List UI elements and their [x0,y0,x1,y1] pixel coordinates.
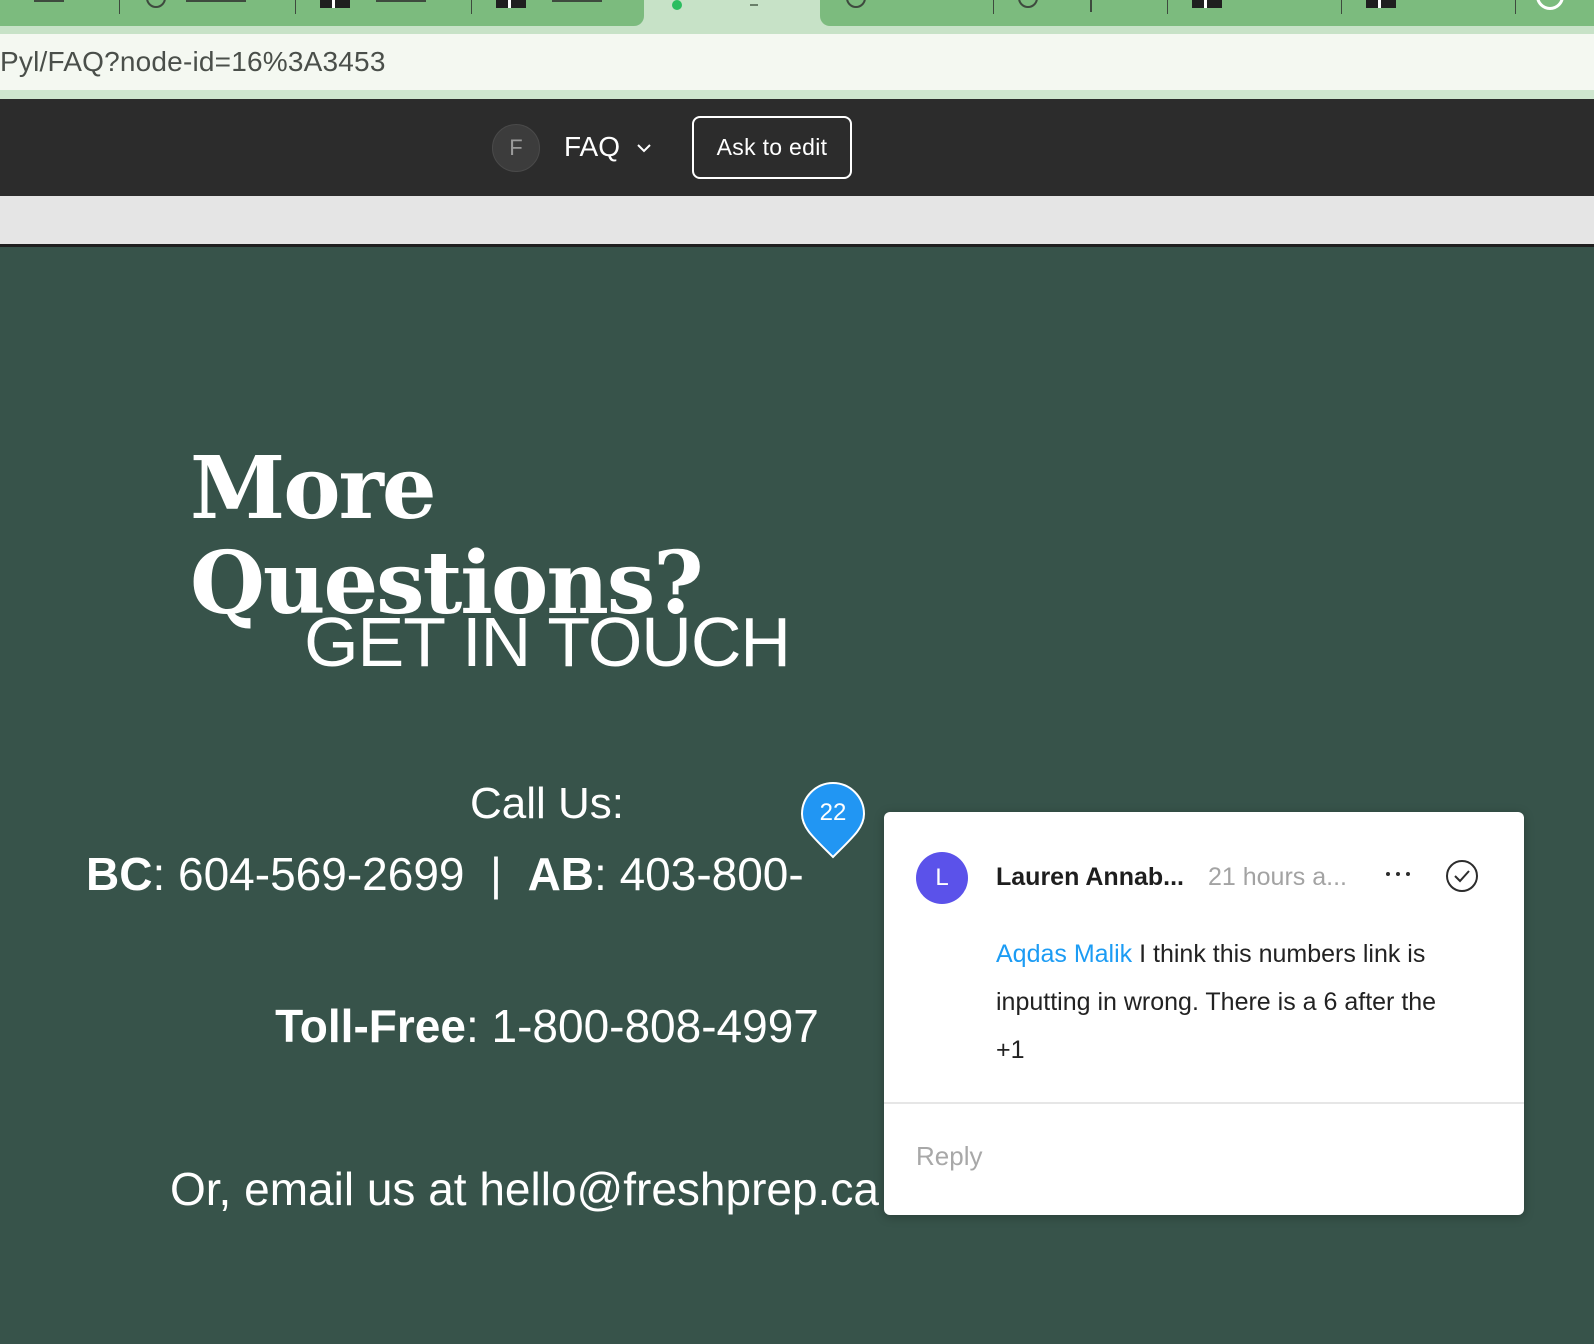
email-line: Or, email us at hello@freshprep.ca [170,1163,879,1215]
figma-viewer-window: Pyl/FAQ?node-id=16%3A3453 F FAQ Ask to e… [0,0,1594,1344]
tab-title-stub [376,0,426,2]
more-options-icon[interactable] [1382,858,1416,888]
resolve-check-icon[interactable] [1444,858,1480,894]
mention-link[interactable]: Aqdas Malik [996,940,1132,968]
divider [884,1102,1524,1104]
tab-title-stub [552,0,602,2]
active-tab-audio-indicator-icon [672,0,682,10]
tab-title-stub [34,0,64,2]
tab-group-right [820,0,1594,26]
comment-timestamp: 21 hours a... [1208,863,1347,891]
browser-tab[interactable] [296,0,472,26]
phone-numbers-line: BC: 604-569-2699 | AB: 403-800- [86,848,804,900]
tab-favicon-icon [846,0,866,8]
avatar: L [916,852,968,904]
browser-tab[interactable] [1516,0,1594,26]
browser-tab[interactable] [472,0,644,26]
phone-separator: | [490,848,502,900]
chevron-down-icon[interactable] [634,138,654,158]
tab-favicon-icon [1536,0,1564,10]
toll-free-label: Toll-Free [275,1000,466,1052]
bc-label: BC [86,848,153,900]
ab-number: 403-800- [619,848,804,900]
toll-free-number: 1-800-808-4997 [491,1000,819,1052]
tab-favicon-icon [146,0,166,8]
browser-tab[interactable] [120,0,296,26]
browser-tab[interactable] [1342,0,1516,26]
browser-tab[interactable] [820,0,994,26]
canvas-background [0,196,1594,247]
subheading: GET IN TOUCH [304,603,791,681]
url-text[interactable]: Pyl/FAQ?node-id=16%3A3453 [0,46,386,78]
file-avatar[interactable]: F [492,124,540,172]
ab-label: AB [527,848,595,900]
browser-tab[interactable] [994,0,1168,26]
tab-title-stub [186,0,246,2]
figma-favicon-icon [320,0,350,8]
figma-favicon-icon [496,0,526,8]
tab-favicon-icon [1018,0,1038,8]
comment-pin-number[interactable]: 22 [800,799,866,827]
tab-group-left [0,0,644,26]
address-bar-border [0,90,1594,99]
bc-number: 604-569-2699 [178,848,465,900]
reply-input[interactable] [916,1130,1476,1182]
figma-favicon-icon [1366,0,1396,8]
browser-tab[interactable] [0,0,120,26]
figma-toolbar: F FAQ Ask to edit [0,99,1594,196]
figma-favicon-icon [1192,0,1222,8]
browser-tab-strip [0,0,1594,34]
ask-to-edit-button[interactable]: Ask to edit [692,116,852,179]
comment-author: Lauren Annab... [996,863,1184,891]
file-name[interactable]: FAQ [564,131,620,163]
active-tab-glyph-icon [750,0,758,6]
address-bar[interactable]: Pyl/FAQ?node-id=16%3A3453 [0,34,1594,90]
comment-body: Aqdas Malik I think this numbers link is… [996,930,1456,1074]
comment-popover: L Lauren Annab... 21 hours a... Aqdas Ma… [884,812,1524,1215]
tab-title-stub [1090,0,1092,12]
browser-tab[interactable] [1168,0,1342,26]
